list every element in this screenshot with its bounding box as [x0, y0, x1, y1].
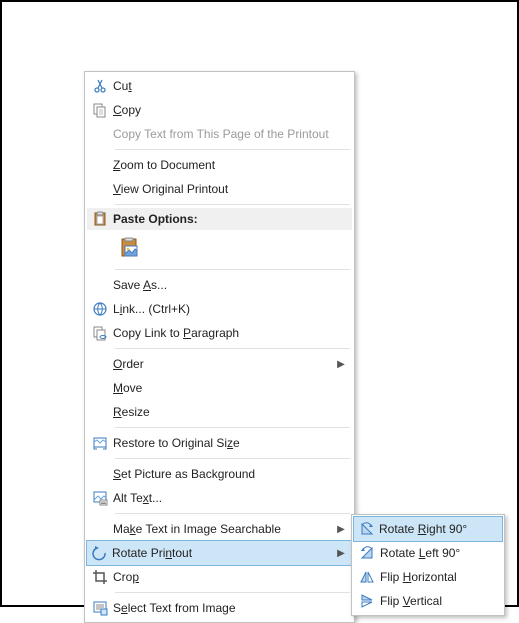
paste-options-header: Paste Options:: [87, 208, 352, 230]
separator: [115, 269, 350, 270]
menu-label: Copy Text from This Page of the Printout: [113, 127, 348, 141]
paste-options-row: [87, 230, 352, 266]
menu-label: Cut: [113, 79, 348, 93]
menu-label: Set Picture as Background: [113, 467, 348, 481]
menu-label: Copy: [113, 103, 348, 117]
menu-item-move[interactable]: Move: [87, 376, 352, 400]
separator: [115, 149, 350, 150]
menu-item-copy-text: Copy Text from This Page of the Printout: [87, 122, 352, 146]
submenu-item-flip-horizontal[interactable]: Flip Horizontal: [354, 565, 502, 589]
menu-label: Flip Horizontal: [380, 570, 498, 584]
separator: [115, 513, 350, 514]
menu-label: Move: [113, 381, 348, 395]
menu-label: Zoom to Document: [113, 158, 348, 172]
menu-item-restore-size[interactable]: Restore to Original Size: [87, 431, 352, 455]
menu-item-save-as[interactable]: Save As...: [87, 273, 352, 297]
cut-icon: [87, 78, 113, 94]
restore-size-icon: [87, 435, 113, 451]
copy-icon: [87, 102, 113, 118]
rotate-submenu: Rotate Right 90° Rotate Left 90° Flip Ho…: [351, 514, 505, 616]
menu-label: Flip Vertical: [380, 594, 498, 608]
menu-label: Make Text in Image Searchable: [113, 522, 334, 536]
link-icon: [87, 301, 113, 317]
menu-label: Select Text from Image: [113, 601, 348, 615]
menu-label: Order: [113, 357, 334, 371]
menu-label: Restore to Original Size: [113, 436, 348, 450]
menu-item-cut[interactable]: Cut: [87, 74, 352, 98]
menu-item-zoom[interactable]: Zoom to Document: [87, 153, 352, 177]
menu-label: Alt Text...: [113, 491, 348, 505]
menu-item-view-original[interactable]: View Original Printout: [87, 177, 352, 201]
menu-item-set-background[interactable]: Set Picture as Background: [87, 462, 352, 486]
menu-item-resize[interactable]: Resize: [87, 400, 352, 424]
menu-label: Save As...: [113, 278, 348, 292]
menu-item-crop[interactable]: Crop: [87, 565, 352, 589]
submenu-item-rotate-left[interactable]: Rotate Left 90°: [354, 541, 502, 565]
menu-label: View Original Printout: [113, 182, 348, 196]
menu-item-select-text[interactable]: Select Text from Image: [87, 596, 352, 620]
rotate-icon: [87, 545, 112, 561]
menu-label: Resize: [113, 405, 348, 419]
menu-label: Crop: [113, 570, 348, 584]
submenu-arrow-icon: ▶: [334, 359, 348, 370]
menu-label: Copy Link to Paragraph: [113, 326, 348, 340]
submenu-item-rotate-right[interactable]: Rotate Right 90°: [353, 516, 503, 542]
separator: [115, 348, 350, 349]
menu-item-copy-link-paragraph[interactable]: Copy Link to Paragraph: [87, 321, 352, 345]
menu-label: Rotate Printout: [112, 546, 334, 560]
separator: [115, 592, 350, 593]
menu-item-link[interactable]: Link... (Ctrl+K): [87, 297, 352, 321]
menu-label: Link... (Ctrl+K): [113, 302, 348, 316]
menu-item-copy[interactable]: Copy: [87, 98, 352, 122]
select-text-icon: [87, 600, 113, 616]
menu-label: Paste Options:: [113, 212, 352, 226]
alt-text-icon: [87, 490, 113, 506]
flip-horizontal-icon: [354, 569, 380, 585]
submenu-arrow-icon: ▶: [334, 548, 348, 559]
copy-link-icon: [87, 325, 113, 341]
context-menu: Cut Copy Copy Text from This Page of the…: [84, 71, 355, 623]
crop-icon: [87, 569, 113, 585]
paste-icon: [87, 211, 113, 227]
menu-item-rotate-printout[interactable]: Rotate Printout ▶: [86, 540, 353, 566]
menu-item-alt-text[interactable]: Alt Text...: [87, 486, 352, 510]
submenu-arrow-icon: ▶: [334, 524, 348, 535]
separator: [115, 427, 350, 428]
rotate-right-icon: [354, 521, 379, 537]
menu-label: Rotate Right 90°: [379, 522, 498, 536]
menu-item-order[interactable]: Order ▶: [87, 352, 352, 376]
rotate-left-icon: [354, 545, 380, 561]
separator: [115, 458, 350, 459]
menu-label: Rotate Left 90°: [380, 546, 498, 560]
separator: [115, 204, 350, 205]
menu-item-make-searchable[interactable]: Make Text in Image Searchable ▶: [87, 517, 352, 541]
submenu-item-flip-vertical[interactable]: Flip Vertical: [354, 589, 502, 613]
paste-picture-button[interactable]: [115, 233, 145, 263]
